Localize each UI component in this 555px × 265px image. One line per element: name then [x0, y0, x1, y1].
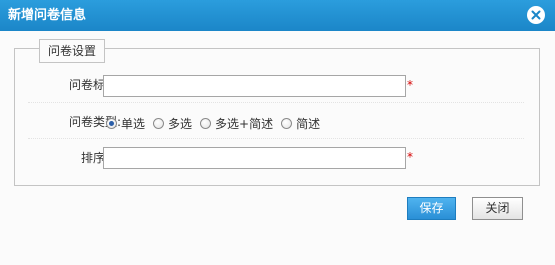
type-radio-group: 单选 多选 多选+简述 简述: [106, 115, 328, 132]
save-button[interactable]: 保存: [407, 197, 456, 220]
dialog-title: 新增问卷信息: [8, 8, 87, 23]
radio-single[interactable]: [106, 118, 117, 129]
type-option-brief[interactable]: 简述: [281, 115, 320, 132]
title-required-mark: *: [407, 78, 413, 92]
radio-brief[interactable]: [281, 118, 293, 129]
order-input[interactable]: [103, 147, 406, 169]
close-icon[interactable]: [527, 6, 545, 24]
type-option-label: 简述: [296, 117, 321, 131]
close-button[interactable]: 关闭: [472, 197, 523, 220]
order-required-mark: *: [407, 150, 413, 164]
type-row: 问卷类型: 单选 多选 多选+简述 简述: [28, 103, 524, 139]
title-row: 问卷标题: *: [28, 70, 524, 103]
dialog-titlebar: 新增问卷信息: [0, 0, 555, 31]
type-option-label: 多选+简述: [215, 117, 274, 131]
radio-multiple[interactable]: [153, 118, 165, 129]
type-option-multiple-brief[interactable]: 多选+简述: [200, 115, 273, 132]
type-option-multiple[interactable]: 多选: [153, 115, 192, 132]
radio-multiple-brief[interactable]: [200, 118, 212, 129]
type-option-label: 单选: [121, 117, 146, 131]
survey-settings-legend: 问卷设置: [39, 39, 106, 63]
dialog-window: 新增问卷信息 问卷设置 问卷标题: * 问卷类型: 单选 多选 多选+简述 简述…: [0, 0, 555, 265]
type-option-label: 多选: [168, 117, 193, 131]
type-option-single[interactable]: 单选: [106, 115, 145, 132]
order-row: 排序号: *: [28, 139, 524, 175]
title-input[interactable]: [103, 75, 406, 97]
